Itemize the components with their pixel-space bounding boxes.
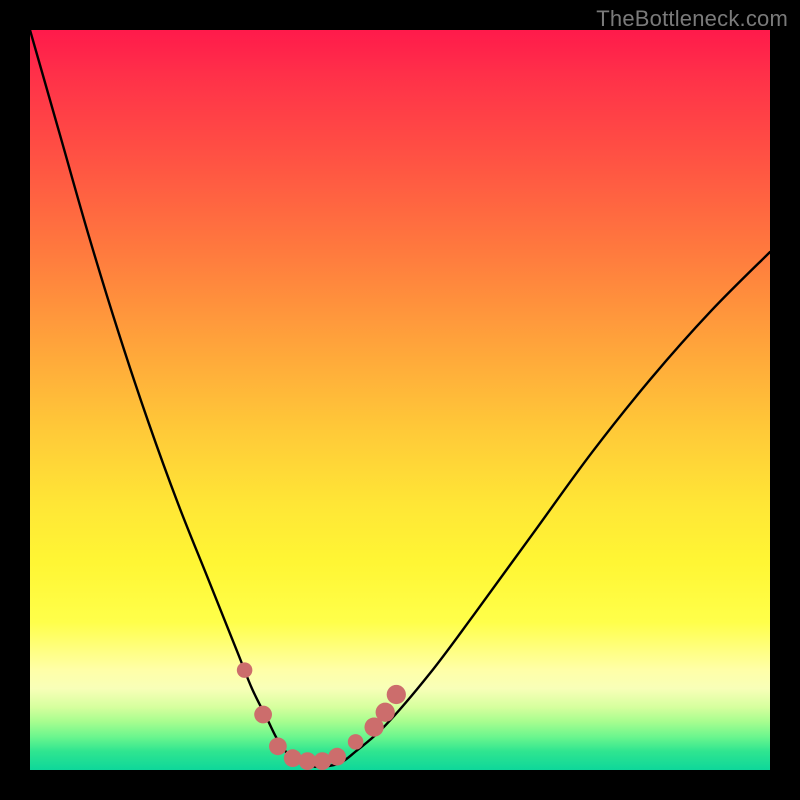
marker-dot [387,685,406,704]
marker-dot [376,703,395,722]
marker-dot [348,734,364,750]
plot-area [30,30,770,770]
marker-dot [254,706,272,724]
marker-dot [269,737,287,755]
marker-dot [237,662,253,678]
bottleneck-chart-svg [30,30,770,770]
watermark-text: TheBottleneck.com [596,6,788,32]
curve-markers [237,662,406,770]
marker-dot [328,748,346,766]
chart-frame: TheBottleneck.com [0,0,800,800]
bottleneck-curve [30,30,770,767]
marker-dot [284,749,302,767]
